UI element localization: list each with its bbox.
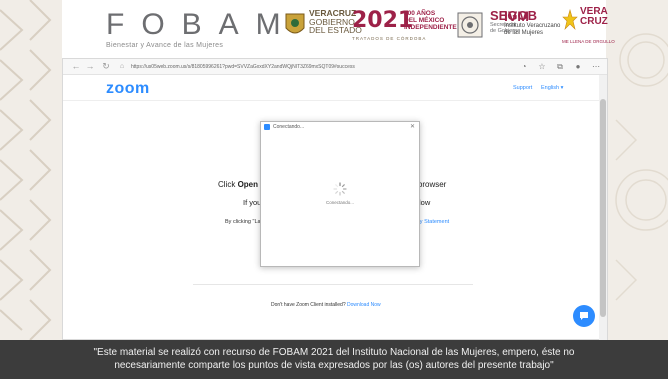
zoom-logo[interactable]: zoom [106, 80, 150, 98]
ivm-sub-line-1: Instituto Veracruzano [504, 23, 561, 29]
low-text: low [419, 198, 431, 207]
caption-line-1: "Este material se realizó con recurso de… [93, 347, 575, 358]
launch-prefix: Click [218, 180, 238, 189]
fobam-letters: FOBAM [106, 8, 298, 41]
mexico-line-3: INDEPENDIENTE [404, 24, 457, 31]
more-icon[interactable]: ⋯ [591, 62, 601, 72]
favorite-icon[interactable]: ☆ [537, 62, 547, 72]
support-link[interactable]: Support [513, 85, 532, 91]
veracruz-me-llena-logo: VERA CRUZ ME LLENA DE ORGULLO [562, 7, 615, 47]
ivm-sub-line-2: de las Mujeres [504, 29, 544, 36]
language-selector[interactable]: English ▾ [541, 85, 563, 91]
mexico-subtitle: TRATADOS DE CÓRDOBA [352, 36, 427, 41]
dialog-title-bar: Conectando... ✕ [261, 122, 419, 132]
dialog-message: Conectando... [325, 200, 355, 205]
dialog-title: Conectando... [273, 124, 305, 130]
if-you-text: If you [243, 198, 262, 207]
reader-icon[interactable]: ◔ [519, 62, 529, 72]
caption-line-2: necesariamente comparte los puntos de vi… [114, 360, 554, 371]
collections-icon[interactable]: ⧉ [555, 62, 565, 72]
lock-icon[interactable]: ⌂ [117, 61, 127, 72]
zoom-header: zoom Support English ▾ [63, 75, 599, 101]
browser-window: ← → ↻ ⌂ https://us05web.zoom.us/s/818059… [62, 58, 608, 341]
ivm-logo-text: IVM Instituto Veracruzano de las Mujeres [504, 9, 560, 36]
veracruz-tagline: ME LLENA DE ORGULLO [562, 39, 615, 44]
download-now-link[interactable]: Download Now [347, 302, 381, 308]
veracruz-word: VERA CRUZ [580, 7, 608, 27]
scrollbar-track[interactable] [599, 75, 607, 341]
chat-bubble-icon [580, 312, 588, 320]
fobam-logo: FOBAM Bienestar y Avance de las Mujeres [106, 8, 298, 50]
download-prompt: Don't have Zoom Client installed? Downlo… [271, 302, 381, 308]
launch-bold: Open [237, 180, 259, 189]
url-address-field[interactable]: https://us05web.zoom.us/s/81805996261?pw… [131, 62, 491, 72]
refresh-icon[interactable]: ↻ [101, 61, 111, 72]
download-prompt-text: Don't have Zoom Client installed? [271, 302, 347, 308]
vc-word-line-2: CRUZ [580, 16, 608, 27]
veracruz-star-icon [562, 9, 578, 30]
segob-emblem-icon [457, 12, 483, 38]
right-decorative-pattern [606, 0, 668, 340]
fobam-tagline: Bienestar y Avance de las Mujeres [106, 42, 224, 49]
mexico-independence-text: 200 AÑOS DEL MÉXICO INDEPENDIENTE [404, 10, 457, 31]
disclaimer-caption: "Este material se realizó con recurso de… [0, 340, 668, 379]
browser-toolbar: ← → ↻ ⌂ https://us05web.zoom.us/s/818059… [63, 59, 607, 75]
forward-icon[interactable]: → [85, 61, 95, 72]
left-decorative-pattern [0, 0, 62, 340]
connecting-dialog: Conectando... ✕ Conectando... [260, 121, 420, 267]
launch-instruction: Click Open [218, 180, 258, 189]
scrollbar-thumb[interactable] [600, 99, 606, 317]
mexico-2021-logo: 2021 200 AÑOS DEL MÉXICO INDEPENDIENTE T… [352, 8, 457, 44]
ivm-title: IVM [504, 8, 529, 24]
loading-spinner-icon [333, 182, 347, 196]
mexico-line-1: 200 AÑOS [404, 10, 436, 17]
zoom-app-icon [264, 124, 270, 130]
chat-button[interactable] [573, 305, 595, 327]
veracruz-seal-icon [285, 13, 305, 34]
close-icon[interactable]: ✕ [410, 122, 415, 132]
back-icon[interactable]: ← [71, 61, 81, 72]
profile-icon[interactable]: ● [573, 62, 583, 72]
content-divider [193, 284, 473, 285]
mexico-line-2: DEL MÉXICO [404, 17, 445, 24]
